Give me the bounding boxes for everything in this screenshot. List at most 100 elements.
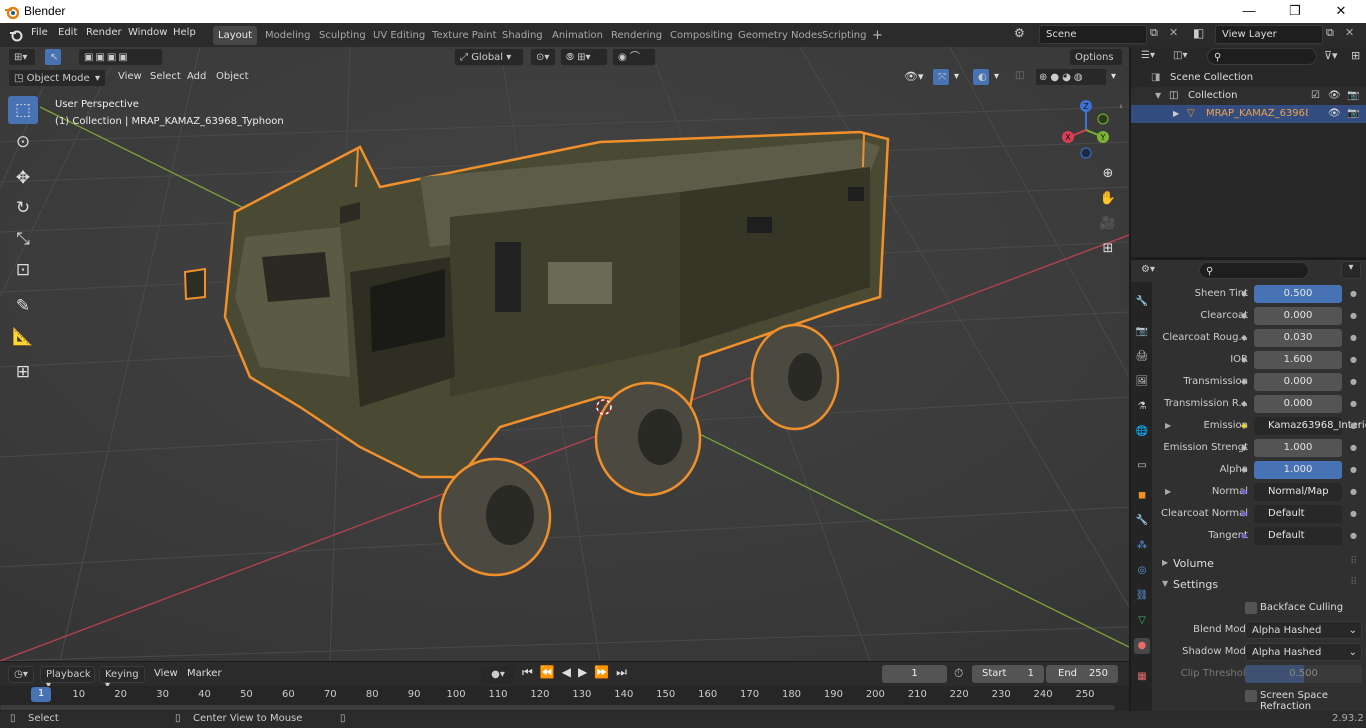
property-value-field[interactable]: Default xyxy=(1254,505,1342,523)
settings-drag-handle-icon[interactable]: ⠿ xyxy=(1350,577,1357,588)
outliner-object-row[interactable]: ▶ ▽ MRAP_KAMAZ_63968_Ty 👁 📷 xyxy=(1131,105,1366,123)
world-tab-icon[interactable]: 🌐 xyxy=(1134,424,1150,440)
property-value-field[interactable]: 1.000 xyxy=(1254,439,1342,457)
properties-options-dropdown[interactable]: ▾ xyxy=(1341,261,1361,279)
render-camera-icon[interactable]: 📷 xyxy=(1347,87,1359,105)
socket-icon[interactable]: ◆ xyxy=(1241,466,1248,474)
screen-space-refraction-checkbox[interactable]: Screen Space Refraction xyxy=(1245,689,1365,712)
annotate-tool[interactable]: ✎ xyxy=(8,292,38,320)
view-layer-tab-icon[interactable]: 🖼 xyxy=(1134,374,1150,390)
object-tab-icon[interactable]: ◼ xyxy=(1134,488,1150,504)
overlay-dropdown-icon[interactable]: ▾ xyxy=(994,71,999,82)
tab-modeling[interactable]: Modeling xyxy=(260,26,316,45)
texture-tab-icon[interactable]: ▦ xyxy=(1134,669,1150,685)
visibility-eye-icon[interactable]: 👁 xyxy=(1328,87,1341,105)
property-value-field[interactable]: 0.000 xyxy=(1254,307,1342,325)
pivot-point-button[interactable]: ⊙▾ xyxy=(530,48,556,66)
scene-icon[interactable]: ⚙ xyxy=(1014,26,1025,40)
material-tab-icon[interactable]: ● xyxy=(1134,638,1150,654)
constraints-tab-icon[interactable]: ⛓ xyxy=(1134,588,1150,604)
new-scene-icon[interactable]: ⧉ xyxy=(1150,26,1158,40)
maximize-button[interactable]: ❐ xyxy=(1272,1,1318,21)
overlay-toggle-icon[interactable]: ◐ xyxy=(972,68,990,86)
property-value-field[interactable]: Kamaz63968_Interie... xyxy=(1254,417,1366,435)
outliner-search-input[interactable]: ⚲ xyxy=(1207,48,1317,65)
keyframe-dot-icon[interactable]: ● xyxy=(1350,443,1357,452)
tab-texture-paint[interactable]: Texture Paint xyxy=(427,26,502,45)
scene-tab-icon[interactable]: ⚗ xyxy=(1134,399,1150,415)
new-collection-icon[interactable]: ⊞ xyxy=(1351,49,1360,62)
playback-controls[interactable]: ⏮⏪◀▶⏩⏭ xyxy=(522,665,634,680)
pan-hand-icon[interactable]: ✋ xyxy=(1097,188,1119,210)
backface-culling-box[interactable] xyxy=(1245,602,1257,614)
add-workspace-button[interactable]: + xyxy=(867,26,888,45)
visibility-icon[interactable]: 👁▾ xyxy=(904,70,924,83)
menu-add[interactable]: Add xyxy=(187,71,206,82)
transform-tool[interactable]: ⊡ xyxy=(8,256,38,284)
outliner-editor-type-icon[interactable]: ☰▾ xyxy=(1141,50,1155,61)
menu-file[interactable]: File xyxy=(31,27,48,38)
socket-icon[interactable]: ◆ xyxy=(1241,356,1248,364)
display-mode-icon[interactable]: ◫▾ xyxy=(1173,50,1187,61)
timeline-scrollbar[interactable] xyxy=(0,705,1115,710)
property-value-field[interactable]: 0.500 xyxy=(1254,285,1342,303)
menu-render[interactable]: Render xyxy=(86,27,122,38)
keyframe-dot-icon[interactable]: ● xyxy=(1350,289,1357,298)
auto-keying-button[interactable]: ●▾ xyxy=(481,666,515,683)
tab-geometry-nodes[interactable]: Geometry Nodes xyxy=(733,26,827,45)
physics-tab-icon[interactable]: ◎ xyxy=(1134,563,1150,579)
gizmo-dropdown-icon[interactable]: ▾ xyxy=(954,71,959,82)
select-tool-icon[interactable]: ↖ xyxy=(44,48,62,66)
keyframe-dot-icon[interactable]: ● xyxy=(1350,399,1357,408)
keyframe-dot-icon[interactable]: ● xyxy=(1350,509,1357,518)
ssr-box[interactable] xyxy=(1245,690,1257,702)
snap-button[interactable]: ⦾ ⊞▾ xyxy=(560,48,608,66)
socket-icon[interactable]: ◆ xyxy=(1241,290,1248,298)
tool-tab-icon[interactable]: 🔧 xyxy=(1134,294,1150,310)
timeline-scrubber[interactable]: 1102030405060708090100110120130140150160… xyxy=(0,686,1129,712)
keyframe-dot-icon[interactable]: ● xyxy=(1350,531,1357,540)
shading-mode-buttons[interactable]: ⊕●◕◍ xyxy=(1035,68,1107,86)
proportional-edit-button[interactable]: ◉ ⌒ xyxy=(612,48,656,66)
property-value-field[interactable]: 0.000 xyxy=(1254,373,1342,391)
shading-dropdown-icon[interactable]: ▾ xyxy=(1111,71,1116,82)
volume-section-header[interactable]: ▶ Volume ⠿ xyxy=(1154,554,1366,574)
tab-animation[interactable]: Animation xyxy=(547,26,608,45)
shadow-mode-dropdown[interactable]: Alpha Hashed ⌄ xyxy=(1245,643,1362,661)
settings-section-header[interactable]: ▼ Settings ⠿ xyxy=(1154,575,1366,595)
outliner-collection[interactable]: ▼ ◫ Collection ☑ 👁 📷 xyxy=(1131,87,1366,105)
keyframe-dot-icon[interactable]: ● xyxy=(1350,311,1357,320)
socket-icon[interactable]: ◆ xyxy=(1241,488,1248,496)
object-mode-dropdown[interactable]: ◳ Object Mode ▾ xyxy=(8,69,106,87)
tab-layout[interactable]: Layout xyxy=(213,26,257,45)
blender-menu-icon[interactable] xyxy=(9,28,23,42)
socket-icon[interactable]: ◆ xyxy=(1241,532,1248,540)
timeline-editor-type-icon[interactable]: ◷▾ xyxy=(8,666,34,683)
move-tool[interactable]: ✥ xyxy=(8,164,38,192)
scene-selector[interactable]: Scene xyxy=(1039,25,1147,44)
keyframe-dot-icon[interactable]: ● xyxy=(1350,487,1357,496)
close-window-button[interactable]: ✕ xyxy=(1318,1,1364,21)
tab-scripting[interactable]: Scripting xyxy=(817,26,871,45)
menu-window[interactable]: Window xyxy=(128,27,167,38)
keyframe-dot-icon[interactable]: ● xyxy=(1350,355,1357,364)
socket-icon[interactable]: ◆ xyxy=(1241,510,1248,518)
start-frame-field[interactable]: Start 1 xyxy=(972,665,1044,683)
menu-help[interactable]: Help xyxy=(173,27,196,38)
keying-menu[interactable]: Keying ▾ xyxy=(99,666,145,691)
tab-rendering[interactable]: Rendering xyxy=(606,26,667,45)
property-value-field[interactable]: 1.000 xyxy=(1254,461,1342,479)
add-cube-tool[interactable]: ⊞ xyxy=(8,358,38,386)
keyframe-dot-icon[interactable]: ● xyxy=(1350,377,1357,386)
socket-expand-arrow-icon[interactable]: ▶ xyxy=(1165,487,1171,496)
tab-uv-editing[interactable]: UV Editing xyxy=(368,26,430,45)
clip-threshold-slider[interactable]: 0.500 xyxy=(1245,665,1362,683)
cursor-tool[interactable]: ⊙ xyxy=(8,128,38,156)
preview-range-icon[interactable]: ⏱ xyxy=(954,666,963,681)
camera-view-icon[interactable]: 🎥 xyxy=(1097,213,1119,235)
backface-culling-checkbox[interactable]: Backface Culling xyxy=(1245,601,1365,617)
keyframe-dot-icon[interactable]: ● xyxy=(1350,333,1357,342)
keyframe-dot-icon[interactable]: ● xyxy=(1350,465,1357,474)
particles-tab-icon[interactable]: ⁂ xyxy=(1134,538,1150,554)
property-value-field[interactable]: 0.030 xyxy=(1254,329,1342,347)
